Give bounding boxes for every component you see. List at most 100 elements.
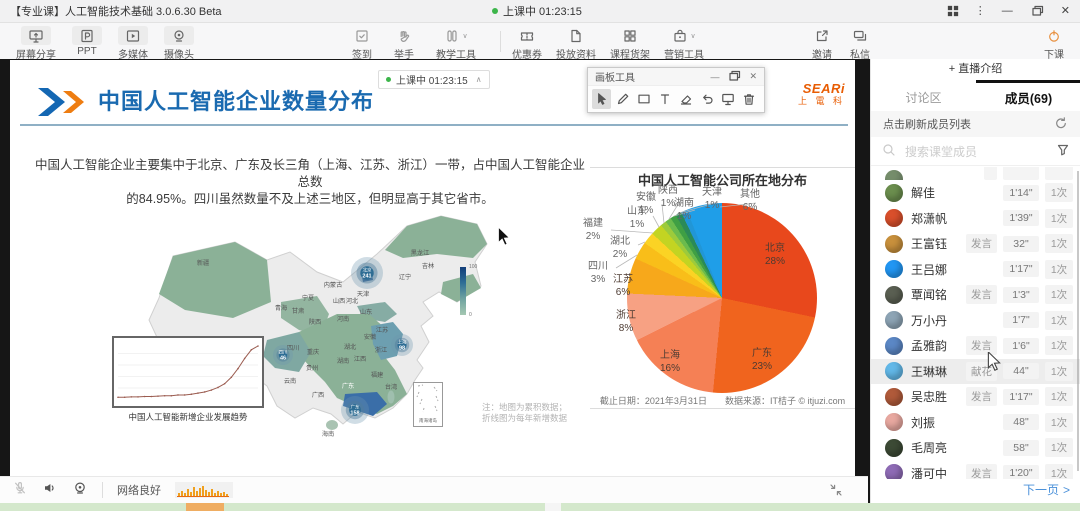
toolbar-group-share: 屏幕分享 PPT 多媒体摄像头 — [16, 26, 194, 61]
close-icon[interactable]: ✕ — [1061, 6, 1070, 17]
palette-tool-board-icon[interactable] — [718, 89, 737, 109]
toolbar-item-marketing[interactable]: ∨营销工具 — [664, 26, 704, 61]
toolbar-item-invite[interactable]: 邀请 — [812, 26, 832, 61]
pie-label: 广东23% — [752, 348, 772, 373]
member-row[interactable]: 解佳1'14"1次 — [871, 180, 1080, 206]
restore-icon[interactable] — [1029, 3, 1045, 19]
count-badge: 1次 — [1045, 285, 1073, 304]
member-badges: 1'7"1次 — [1003, 311, 1073, 330]
toolbar-item-teaching-tools[interactable]: ∨教学工具 — [436, 26, 476, 61]
member-row[interactable]: 王琳琳献花44"1次 — [871, 359, 1080, 385]
palette-restore-icon[interactable] — [726, 68, 742, 86]
inset-chart-caption: 中国人工智能新增企业发展趋势 — [102, 411, 274, 423]
tab-discussion[interactable]: 讨论区 — [871, 83, 976, 111]
palette-tool-select-icon[interactable] — [592, 89, 611, 109]
refresh-members-button[interactable]: 点击刷新成员列表 — [871, 111, 1080, 137]
province-label: 宁夏 — [302, 294, 314, 302]
count-badge: 1次 — [1045, 311, 1073, 330]
materials-icon — [568, 26, 584, 45]
member-row[interactable]: 孟雅韵发言1'6"1次 — [871, 333, 1080, 359]
member-row[interactable] — [871, 167, 1080, 180]
member-row[interactable]: 覃闻铭发言1'3"1次 — [871, 282, 1080, 308]
member-row[interactable]: 吴忠胜发言1'17"1次 — [871, 384, 1080, 410]
palette-tool-pen-icon[interactable] — [613, 89, 632, 109]
palette-title: 画板工具 — [595, 69, 635, 84]
member-row[interactable]: 王富钰发言32"1次 — [871, 231, 1080, 257]
tab-members[interactable]: 成员(69) — [976, 83, 1080, 111]
map-legend-gradient — [460, 267, 466, 315]
member-row[interactable]: 王吕娜1'17"1次 — [871, 257, 1080, 283]
collapse-pill-icon[interactable]: ∧ — [476, 75, 482, 84]
palette-minimize-icon[interactable]: — — [710, 72, 719, 82]
end-class-icon — [1046, 26, 1062, 45]
province-label: 湖南 — [337, 357, 349, 365]
end-class-button[interactable]: 下课 — [1044, 26, 1064, 61]
palette-tool-eraser-icon[interactable] — [676, 89, 695, 109]
microphone-muted-icon[interactable] — [12, 480, 28, 501]
avatar — [885, 464, 903, 479]
toolbar-item-dm[interactable]: 私信 — [850, 26, 870, 61]
search-input[interactable] — [903, 144, 1049, 160]
member-name: 王富钰 — [911, 235, 947, 252]
south-china-sea-label: 南海诸岛 — [414, 418, 442, 424]
layout-grid-icon[interactable] — [947, 5, 959, 17]
pie-label: 安徽1% — [636, 192, 656, 217]
member-row[interactable]: 郑潇帆1'39"1次 — [871, 206, 1080, 232]
speech-badge: 发言 — [966, 387, 997, 406]
member-row[interactable]: 毛周亮58"1次 — [871, 435, 1080, 461]
toolbar: 屏幕分享 PPT 多媒体摄像头 签到举手 ∨教学工具 优惠券投放资料课程货架 ∨营销工具… — [0, 23, 1080, 60]
palette-window-controls: — ✕ — [710, 68, 757, 86]
time-badge: 58" — [1003, 440, 1039, 456]
filter-icon[interactable] — [1055, 142, 1071, 163]
pie-label: 四川3% — [588, 261, 608, 286]
count-badge: 1次 — [1045, 336, 1073, 355]
palette-header[interactable]: 画板工具 — ✕ — [588, 68, 764, 86]
seari-logo-subtext: 上 電 科 — [798, 95, 845, 108]
slide-body-line1: 中国人工智能企业主要集中于北京、广东及长三角（上海、江苏、浙江）一带，占中国人工… — [30, 157, 590, 191]
member-row[interactable]: 万小丹1'7"1次 — [871, 308, 1080, 334]
avatar — [885, 209, 903, 227]
pie-label: 江苏6% — [613, 274, 633, 299]
toolbar-item-screen-share[interactable]: 屏幕分享 — [16, 26, 56, 61]
time-badge — [1003, 167, 1039, 180]
province-label: 辽宁 — [399, 273, 411, 281]
toolbar-item-shelf[interactable]: 课程货架 — [610, 26, 650, 61]
count-badge: 1次 — [1045, 387, 1073, 406]
map-bubble: 北京241 — [351, 257, 383, 289]
class-timer-pill[interactable]: 上课中 01:23:15 ∧ — [378, 70, 490, 89]
live-dot-icon — [386, 77, 391, 82]
next-page-button[interactable]: 下一页 > — [1023, 481, 1070, 498]
toolbar-item-media[interactable]: 多媒体 — [118, 26, 148, 61]
member-row[interactable]: 潘可中发言1'20"1次 — [871, 461, 1080, 480]
toolbar-item-materials[interactable]: 投放资料 — [556, 26, 596, 61]
palette-tool-trash-icon[interactable] — [739, 89, 758, 109]
chevron-down-icon[interactable]: ∨ — [690, 32, 695, 40]
toolbar-item-ppt[interactable]: PPT — [72, 26, 102, 61]
speech-badge: 发言 — [966, 234, 997, 253]
toolbar-item-coupon[interactable]: 优惠券 — [512, 26, 542, 61]
member-name: 毛周亮 — [911, 439, 947, 456]
member-row[interactable]: 刘振48"1次 — [871, 410, 1080, 436]
more-menu-icon[interactable]: ⋮ — [975, 6, 986, 17]
member-list-scrollbar[interactable] — [1077, 171, 1079, 471]
sidebar-tabs: 讨论区 成员(69) — [871, 83, 1080, 111]
avatar — [885, 170, 903, 180]
speaker-icon[interactable] — [42, 480, 58, 501]
chevron-down-icon[interactable]: ∨ — [462, 32, 467, 40]
palette-close-icon[interactable]: ✕ — [749, 71, 757, 82]
palette-tool-rect-icon[interactable] — [634, 89, 653, 109]
palette-tool-text-icon[interactable] — [655, 89, 674, 109]
member-badges: 1'17"1次 — [1003, 260, 1073, 279]
palette-tool-undo-icon[interactable] — [697, 89, 716, 109]
refresh-icon[interactable] — [1053, 115, 1069, 134]
toolbar-item-camera[interactable]: 摄像头 — [164, 26, 194, 61]
webcam-icon[interactable] — [72, 480, 88, 501]
minimize-icon[interactable]: — — [1002, 6, 1013, 17]
live-intro-button[interactable]: + 直播介绍 — [871, 59, 1080, 80]
collapse-bar-icon[interactable] — [828, 482, 844, 503]
province-label: 云南 — [284, 377, 296, 385]
toolbar-item-raise-hand[interactable]: 举手 — [394, 26, 414, 61]
whiteboard-palette: 画板工具 — ✕ — [587, 67, 765, 113]
slide-chevron-logo-icon — [38, 86, 92, 123]
toolbar-item-check-in[interactable]: 签到 — [352, 26, 372, 61]
